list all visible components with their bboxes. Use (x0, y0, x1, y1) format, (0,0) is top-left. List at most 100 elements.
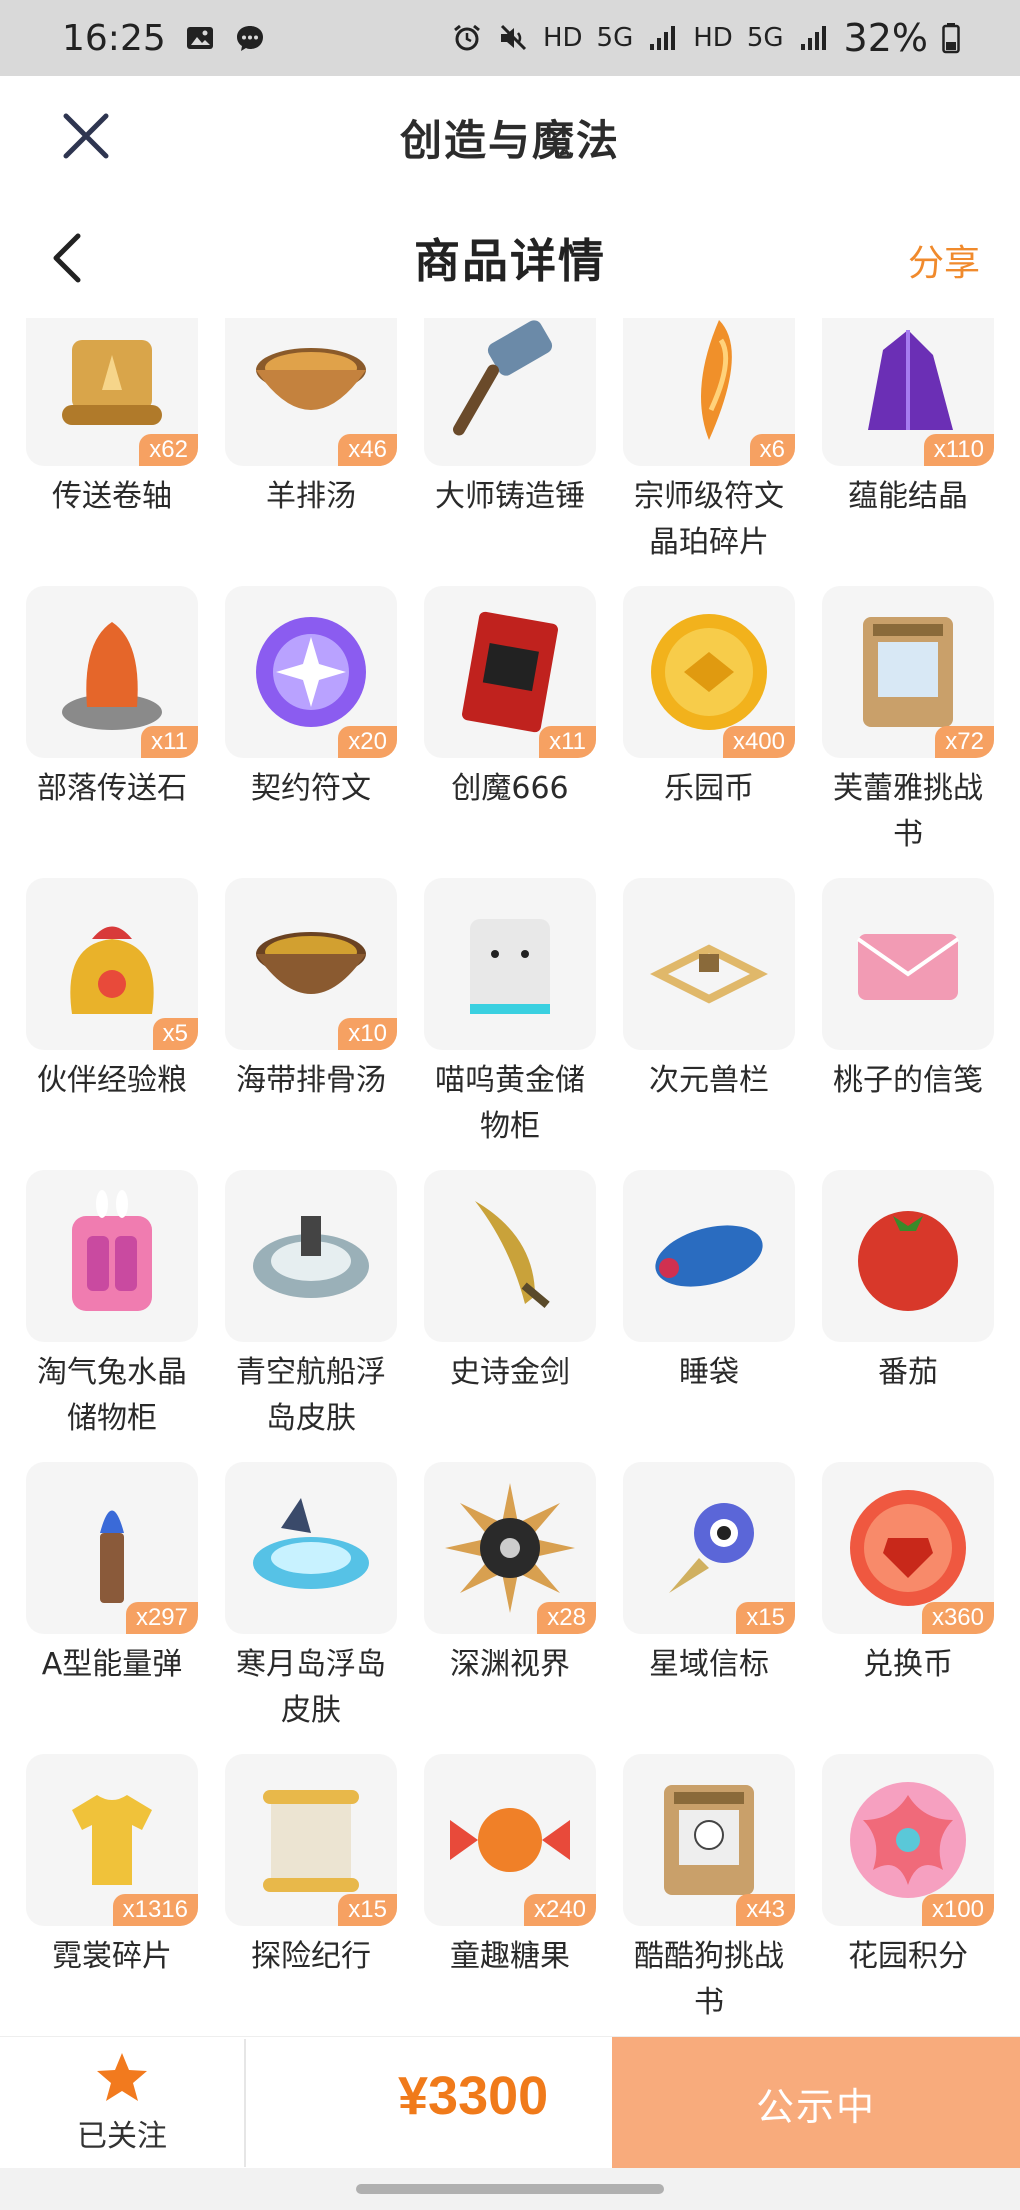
item-count-badge: x15 (338, 1894, 397, 1926)
item-count-badge: x1316 (112, 1894, 198, 1926)
item-card[interactable]: x11 创魔666 (424, 586, 596, 878)
alarm-icon (454, 24, 480, 51)
item-card[interactable]: x62 传送卷轴 (26, 318, 198, 586)
item-card[interactable]: x110 蕴能结晶 (822, 318, 994, 586)
item-card[interactable]: 番茄 (822, 1170, 994, 1462)
item-thumbnail: x62 (26, 318, 198, 466)
item-card[interactable]: x28 深渊视界 (424, 1462, 596, 1754)
item-count-badge: x28 (537, 1602, 596, 1634)
close-icon[interactable] (56, 106, 116, 166)
item-name: 星域信标 (649, 1647, 769, 1682)
item-card[interactable]: x43 酷酷狗挑战书 (623, 1754, 795, 2036)
item-card[interactable]: x100 花园积分 (822, 1754, 994, 2036)
item-thumbnail (822, 878, 994, 1050)
wanted-dog-icon (664, 1785, 754, 1895)
item-card[interactable]: x5 伙伴经验粮 (26, 878, 198, 1170)
item-thumbnail: x15 (623, 1462, 795, 1634)
item-grid-container[interactable]: x62 传送卷轴 x46 羊排汤 大师铸造锤 x6 宗师级符文晶珀碎片 x110 蕴能结晶 x11… (0, 318, 1020, 2036)
net-label-1: HD (542, 23, 583, 53)
item-card[interactable]: x46 羊排汤 (225, 318, 397, 586)
page-title: 商品详情 (414, 234, 606, 288)
item-card[interactable]: x11 部落传送石 (26, 586, 198, 878)
battery-icon (942, 23, 960, 54)
status-right: HD 5G HD 5G 32% (451, 16, 960, 60)
item-card[interactable]: 淘气兔水晶储物柜 (26, 1170, 198, 1462)
home-indicator[interactable] (356, 2184, 664, 2194)
item-card[interactable]: x6 宗师级符文晶珀碎片 (623, 318, 795, 586)
item-thumbnail: x15 (225, 1754, 397, 1926)
item-thumbnail (623, 878, 795, 1050)
item-count-badge: x43 (736, 1894, 795, 1926)
item-count-badge: x5 (152, 1018, 198, 1050)
top-bar: 创造与魔法 (0, 76, 1020, 198)
item-card[interactable]: x20 契约符文 (225, 586, 397, 878)
item-card[interactable]: 睡袋 (623, 1170, 795, 1462)
island-icon (253, 1216, 369, 1298)
shirt-icon (72, 1795, 152, 1885)
red-coin-icon (850, 1490, 966, 1606)
item-card[interactable]: 大师铸造锤 (424, 318, 596, 586)
publish-status-button[interactable]: 公示中 (612, 2037, 1020, 2169)
item-card[interactable]: x1316 霓裳碎片 (26, 1754, 198, 2036)
item-name: 花园积分 (848, 1939, 968, 1974)
item-card[interactable]: x15 星域信标 (623, 1462, 795, 1754)
cat-locker-icon (470, 919, 550, 1014)
item-card[interactable]: 喵呜黄金储物柜 (424, 878, 596, 1170)
item-thumbnail: x10 (225, 878, 397, 1050)
item-thumbnail: x6 (623, 318, 795, 466)
paw-bag-icon (70, 926, 154, 1014)
battery-percent: 32% (843, 16, 928, 60)
item-name: 次元兽栏 (649, 1063, 769, 1098)
item-card[interactable]: 寒月岛浮岛皮肤 (225, 1462, 397, 1754)
item-card[interactable]: x15 探险纪行 (225, 1754, 397, 2036)
item-name: 史诗金剑 (450, 1355, 570, 1390)
item-card[interactable]: 史诗金剑 (424, 1170, 596, 1462)
item-card[interactable]: 次元兽栏 (623, 878, 795, 1170)
fence-icon (650, 944, 768, 1004)
item-card[interactable]: x72 芙蕾雅挑战书 (822, 586, 994, 878)
item-name: 宗师级符文晶珀碎片 (634, 479, 784, 560)
item-name: 喵呜黄金储物柜 (435, 1063, 585, 1144)
golden-sword-icon (475, 1201, 550, 1308)
gold-coin-icon (651, 614, 767, 730)
item-card[interactable]: x240 童趣糖果 (424, 1754, 596, 2036)
item-thumbnail (822, 1170, 994, 1342)
item-name: 桃子的信笺 (833, 1063, 983, 1098)
bunny-cabinet-icon (72, 1190, 152, 1311)
item-thumbnail (424, 318, 596, 466)
item-name: 青空航船浮岛皮肤 (236, 1355, 386, 1436)
item-thumbnail: x100 (822, 1754, 994, 1926)
back-arrow-icon[interactable] (44, 228, 94, 288)
app-title: 创造与魔法 (399, 115, 620, 165)
item-card[interactable]: x400 乐园币 (623, 586, 795, 878)
item-thumbnail: x46 (225, 318, 397, 466)
follow-button[interactable]: 已关注 (0, 2037, 244, 2169)
home-bar-area (0, 2168, 1020, 2210)
item-card[interactable]: 青空航船浮岛皮肤 (225, 1170, 397, 1462)
item-name: 大师铸造锤 (435, 479, 585, 514)
hammer-icon (453, 320, 553, 436)
item-thumbnail: x43 (623, 1754, 795, 1926)
item-thumbnail: x20 (225, 586, 397, 758)
abyss-sun-icon (445, 1483, 575, 1613)
item-name: 探险纪行 (251, 1939, 371, 1974)
item-thumbnail: x5 (26, 878, 198, 1050)
item-thumbnail: x11 (424, 586, 596, 758)
item-thumbnail (424, 1170, 596, 1342)
item-thumbnail (225, 1462, 397, 1634)
status-bar: 16:25 HD 5G HD 5G 32% (0, 0, 1020, 76)
item-thumbnail: x110 (822, 318, 994, 466)
item-thumbnail: x297 (26, 1462, 198, 1634)
item-name: 霓裳碎片 (52, 1939, 172, 1974)
item-card[interactable]: 桃子的信笺 (822, 878, 994, 1170)
wanted-poster-icon (863, 617, 953, 727)
item-card[interactable]: x297 A型能量弹 (26, 1462, 198, 1754)
item-name: 羊排汤 (266, 479, 356, 514)
share-button[interactable]: 分享 (908, 234, 980, 286)
signal-icon-2 (800, 26, 826, 50)
scroll-icon (62, 340, 162, 425)
item-card[interactable]: x10 海带排骨汤 (225, 878, 397, 1170)
item-card[interactable]: x360 兑换币 (822, 1462, 994, 1754)
paper-scroll-icon (263, 1790, 359, 1892)
bottom-bar: 已关注 ¥3300 公示中 (0, 2036, 1020, 2169)
